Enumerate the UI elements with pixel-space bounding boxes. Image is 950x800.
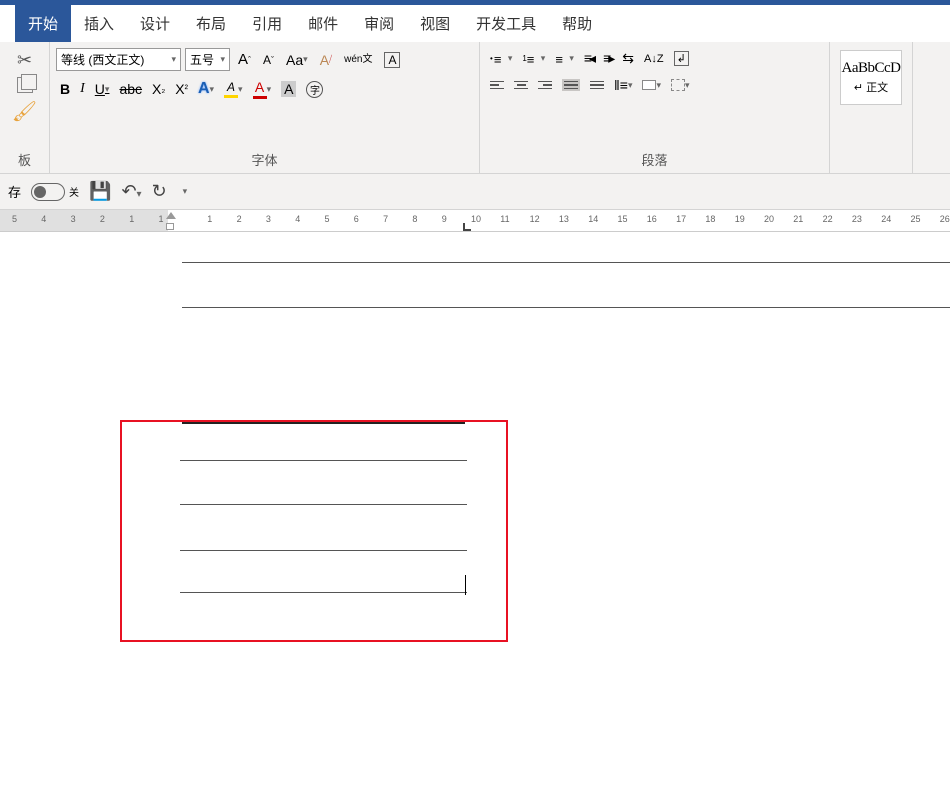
style-normal[interactable]: AaBbCcD ↵ 正文 xyxy=(840,50,902,105)
chevron-down-icon: ▾ xyxy=(220,54,225,65)
style-name: ↵ 正文 xyxy=(854,79,888,95)
font-group: 等线 (西文正文)▾ 五号▾ Aˆ Aˇ Aa▾ A⧸ wén文 A B I U… xyxy=(50,42,480,173)
text-effects-button[interactable]: A▾ xyxy=(194,78,218,100)
font-name-select[interactable]: 等线 (西文正文)▾ xyxy=(56,48,181,71)
save-icon[interactable]: 💾 xyxy=(89,181,111,202)
multilevel-list-button[interactable]: ▾ xyxy=(551,49,578,69)
sort-button[interactable]: A↓Z xyxy=(640,51,668,67)
grow-font-button[interactable]: Aˆ xyxy=(234,49,255,70)
qat-customize-icon[interactable]: ▾ xyxy=(183,186,188,197)
document-line xyxy=(180,592,467,593)
quick-access-toolbar: 存 关 💾 ↶▾ ↻ ▾ xyxy=(0,174,950,210)
underline-button[interactable]: U▾ xyxy=(91,79,114,99)
bullets-button[interactable]: ▾ xyxy=(486,49,516,69)
document-line xyxy=(180,504,467,505)
document-line xyxy=(182,262,950,263)
italic-button[interactable]: I xyxy=(76,79,89,99)
ribbon: ✂ 🖌 板 等线 (西文正文)▾ 五号▾ Aˆ Aˇ Aa▾ A⧸ wén文 A… xyxy=(0,42,950,174)
borders-button[interactable]: ▾ xyxy=(667,77,694,93)
align-justify-button[interactable] xyxy=(558,77,584,94)
toggle-off-label: 关 xyxy=(69,184,79,199)
annotation-box xyxy=(120,420,508,642)
tab-insert[interactable]: 插入 xyxy=(71,5,127,42)
superscript-button[interactable]: X² xyxy=(171,79,192,99)
char-border-button[interactable]: A xyxy=(380,50,404,70)
distribute-button[interactable] xyxy=(586,79,608,92)
strikethrough-button[interactable]: abc xyxy=(115,79,146,99)
tab-help[interactable]: 帮助 xyxy=(549,5,605,42)
font-size-select[interactable]: 五号▾ xyxy=(185,48,230,71)
enclose-char-button[interactable]: 字 xyxy=(302,79,327,100)
document-line xyxy=(182,422,465,424)
text-direction-button[interactable]: ⇆ xyxy=(618,48,638,69)
tab-references[interactable]: 引用 xyxy=(239,5,295,42)
tab-review[interactable]: 审阅 xyxy=(351,5,407,42)
styles-group: AaBbCcD ↵ 正文 xyxy=(830,42,913,173)
hanging-indent-marker[interactable] xyxy=(166,223,174,230)
copy-icon[interactable] xyxy=(17,77,33,93)
line-spacing-button[interactable]: ‖≡▾ xyxy=(610,75,636,95)
document-line xyxy=(182,307,950,308)
font-group-label: 字体 xyxy=(54,148,475,171)
document-line xyxy=(180,460,467,461)
align-center-button[interactable] xyxy=(510,79,532,92)
tab-view[interactable]: 视图 xyxy=(407,5,463,42)
tab-marker[interactable] xyxy=(463,223,471,231)
tab-design[interactable]: 设计 xyxy=(127,5,183,42)
undo-button[interactable]: ↶▾ xyxy=(121,181,141,202)
redo-button[interactable]: ↻ xyxy=(152,181,167,202)
align-right-button[interactable] xyxy=(534,79,556,92)
align-left-button[interactable] xyxy=(486,79,508,92)
clipboard-group: ✂ 🖌 板 xyxy=(0,42,50,173)
clear-format-button[interactable]: A⧸ xyxy=(316,50,336,70)
shrink-font-button[interactable]: Aˇ xyxy=(259,51,278,69)
document-line xyxy=(180,550,467,551)
phonetic-guide-button[interactable]: wén文 xyxy=(340,53,376,67)
tab-layout[interactable]: 布局 xyxy=(183,5,239,42)
highlight-button[interactable]: A▾ xyxy=(220,78,247,100)
show-marks-button[interactable]: ↲ xyxy=(670,49,693,68)
autosave-toggle[interactable] xyxy=(31,183,65,201)
tab-home[interactable]: 开始 xyxy=(15,5,71,42)
text-cursor xyxy=(465,575,466,595)
decrease-indent-button[interactable]: ≡◂ xyxy=(580,48,597,69)
char-shading-button[interactable]: A xyxy=(277,79,300,99)
tab-developer[interactable]: 开发工具 xyxy=(463,5,549,42)
shading-button[interactable]: ▾ xyxy=(638,78,665,93)
horizontal-ruler[interactable]: 5432111234567891011121314151617181920212… xyxy=(0,210,950,232)
increase-indent-button[interactable]: ≡▸ xyxy=(599,48,616,69)
paragraph-group: ▾ ▾ ▾ ≡◂ ≡▸ ⇆ A↓Z ↲ ‖≡▾ ▾ ▾ 段落 xyxy=(480,42,830,173)
document-area[interactable] xyxy=(0,232,950,792)
format-painter-icon[interactable]: 🖌 xyxy=(12,99,37,124)
subscript-button[interactable]: X₂ xyxy=(148,79,169,99)
style-sample: AaBbCcD xyxy=(842,60,901,77)
first-line-indent-marker[interactable] xyxy=(166,212,176,219)
font-color-button[interactable]: A▾ xyxy=(249,77,276,101)
chevron-down-icon: ▾ xyxy=(171,54,176,65)
numbering-button[interactable]: ▾ xyxy=(518,49,549,69)
bold-button[interactable]: B xyxy=(56,79,74,99)
tab-mailings[interactable]: 邮件 xyxy=(295,5,351,42)
cut-icon[interactable]: ✂ xyxy=(17,50,32,71)
clipboard-label: 板 xyxy=(4,148,45,171)
autosave-label: 存 xyxy=(8,182,21,201)
change-case-button[interactable]: Aa▾ xyxy=(282,50,312,70)
menu-tabs: 开始 插入 设计 布局 引用 邮件 审阅 视图 开发工具 帮助 xyxy=(0,0,950,42)
paragraph-group-label: 段落 xyxy=(484,148,825,171)
